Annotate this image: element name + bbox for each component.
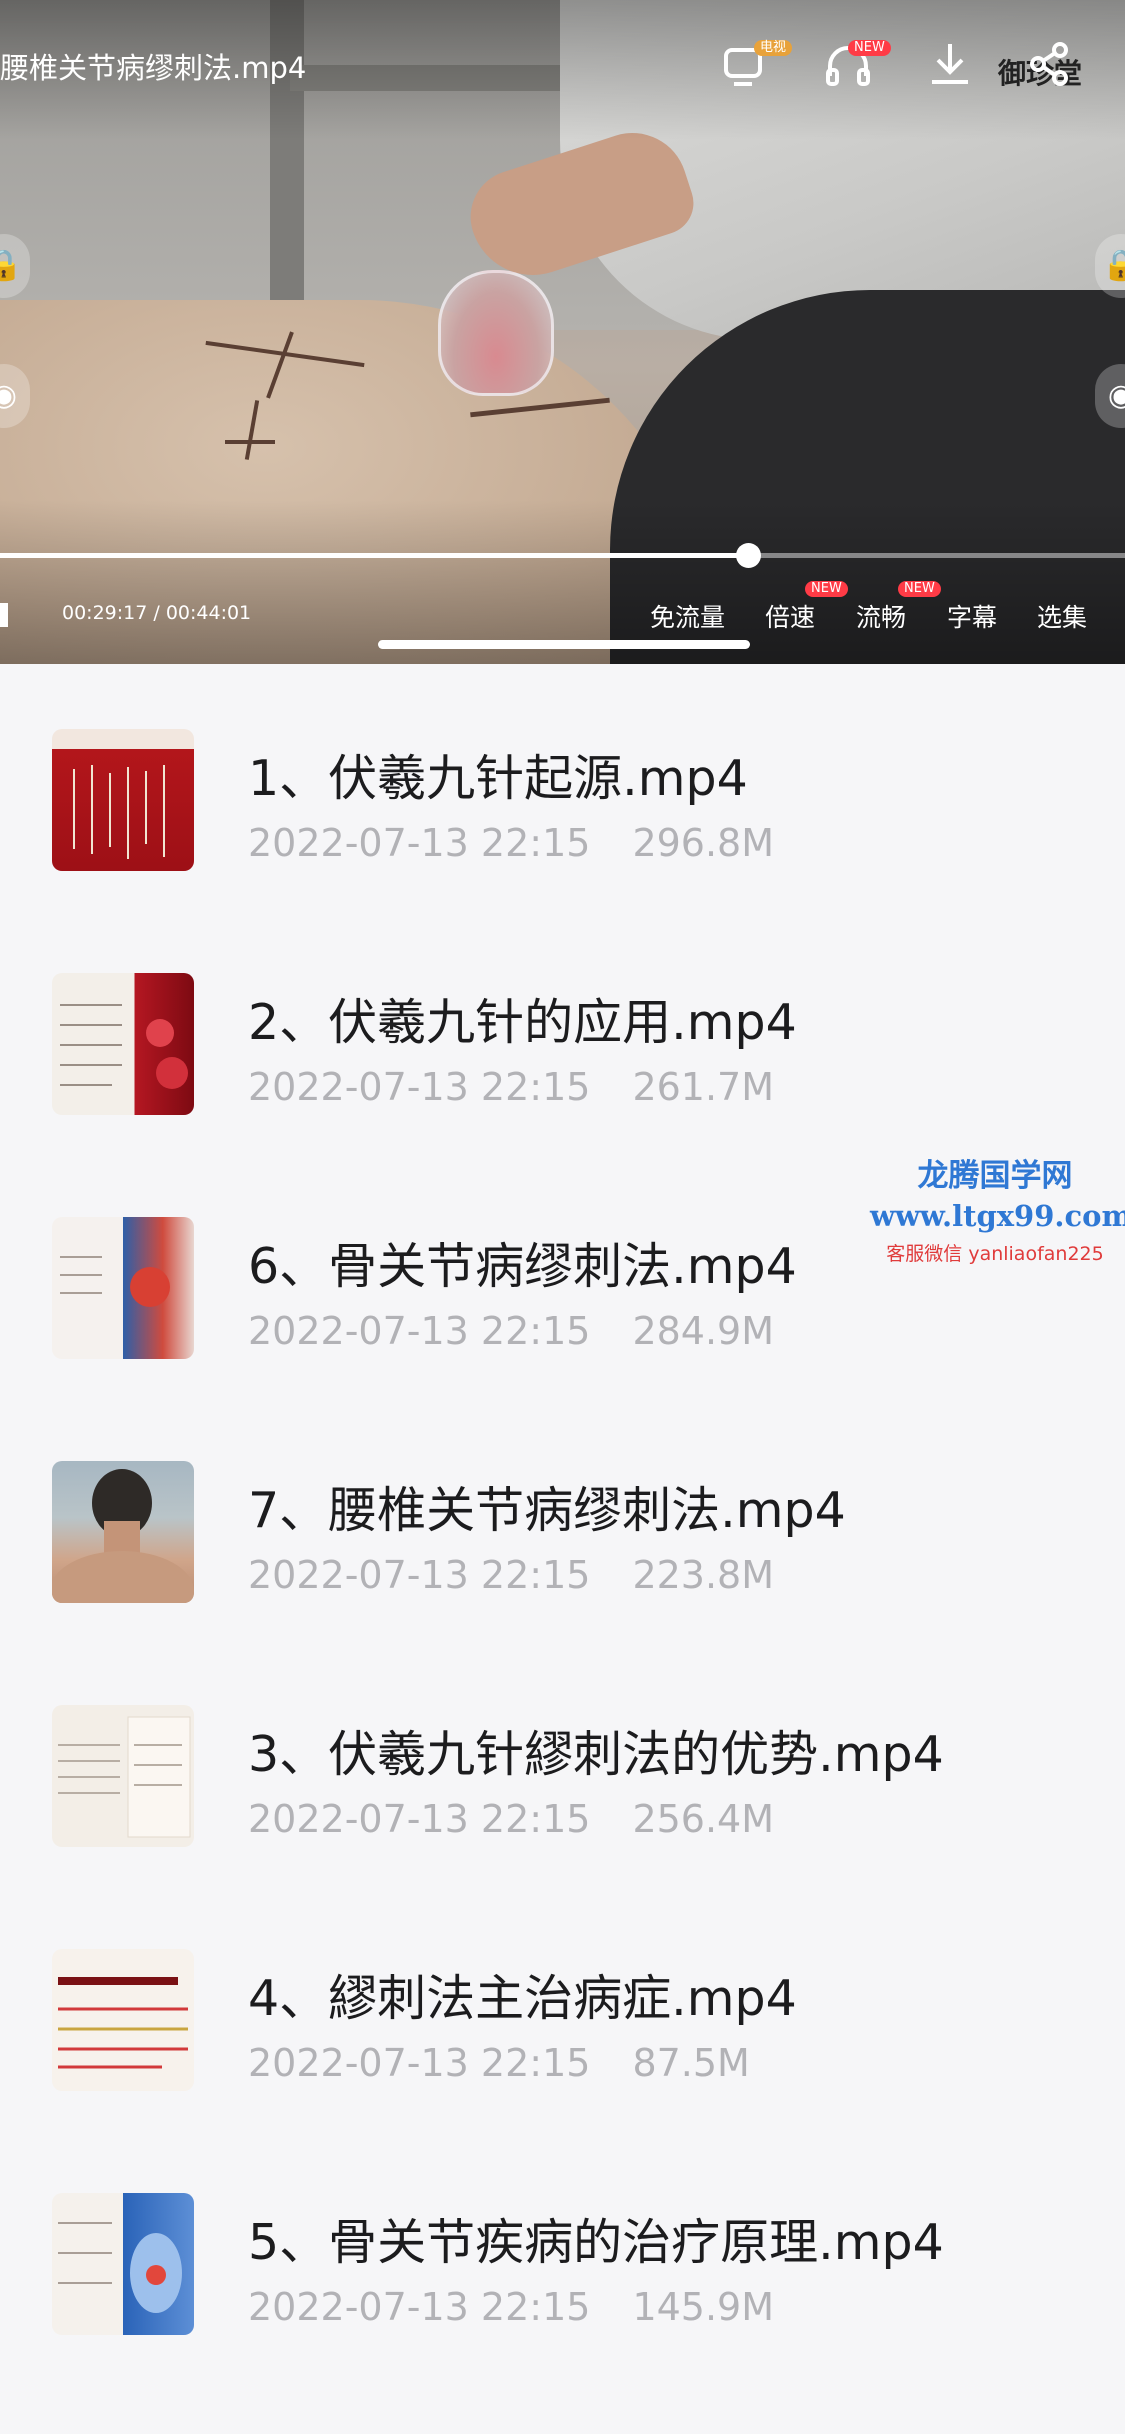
file-date: 2022-07-13 22:15 (248, 2285, 591, 2329)
file-meta: 2022-07-13 22:15 145.9M (248, 2285, 816, 2329)
watermark-url: www.ltgx99.com (870, 1199, 1125, 1233)
blood-cells-image (60, 1004, 188, 1089)
progress-handle[interactable] (736, 543, 762, 568)
red-text-slide-image (58, 1977, 188, 2069)
file-name: 4、繆刺法主治病症.mp4 (248, 1970, 797, 2027)
list-item[interactable]: 5、骨关节疾病的治疗原理.mp4 2022-07-13 22:15 145.9M (0, 2128, 1125, 2372)
file-name: 6、骨关节病缪刺法.mp4 (248, 1238, 797, 1295)
file-size: 145.9M (632, 2285, 775, 2329)
tv-badge: 电视 (754, 40, 793, 56)
file-date: 2022-07-13 22:15 (248, 1309, 591, 1353)
file-name: 5、骨关节疾病的治疗原理.mp4 (248, 2214, 944, 2271)
playback-time: 00:29:17 / 00:44:01 (62, 602, 252, 624)
record-icon: ◉ (1107, 378, 1125, 413)
new-badge: NEW (898, 581, 941, 597)
site-watermark: 龙腾国学网 www.ltgx99.com 客服微信 yanliaofan225 (870, 1150, 1125, 1266)
file-date: 2022-07-13 22:15 (248, 821, 591, 865)
video-thumbnail (52, 1705, 194, 1847)
lock-icon: 🔒 (1102, 248, 1125, 283)
list-item[interactable]: 4、繆刺法主治病症.mp4 2022-07-13 22:15 87.5M (0, 1884, 1125, 2128)
file-size: 87.5M (632, 2041, 750, 2085)
audio-mode-button[interactable]: NEW (820, 36, 891, 96)
video-thumbnail (52, 1217, 194, 1359)
video-thumbnail (52, 2193, 194, 2335)
skin-marking (225, 440, 275, 444)
file-date: 2022-07-13 22:15 (248, 2041, 591, 2085)
progress-bar[interactable] (0, 543, 1125, 568)
list-item[interactable]: 1、伏羲九针起源.mp4 2022-07-13 22:15 296.8M (0, 664, 1125, 908)
file-meta: 2022-07-13 22:15 261.7M (248, 1065, 816, 1109)
video-thumbnail (52, 729, 194, 871)
pause-icon[interactable] (0, 603, 8, 627)
quality-button[interactable]: 流畅 NEW (856, 581, 941, 634)
file-meta: 2022-07-13 22:15 87.5M (248, 2041, 792, 2085)
tv-cast-button[interactable]: 电视 (718, 36, 793, 96)
episode-select-button[interactable]: 选集 (1037, 598, 1087, 634)
speed-label: 倍速 (765, 603, 816, 632)
back-anatomy-image (58, 2222, 182, 2313)
file-name: 7、腰椎关节病缪刺法.mp4 (248, 1482, 846, 1539)
episode-select-label: 选集 (1037, 603, 1088, 632)
watermark-contact: 客服微信 yanliaofan225 (886, 1243, 1104, 1265)
file-meta: 2022-07-13 22:15 284.9M (248, 1309, 816, 1353)
speed-button[interactable]: 倍速 NEW (765, 581, 848, 634)
file-meta: 2022-07-13 22:15 296.8M (248, 821, 816, 865)
text-slide-image (58, 1716, 191, 1838)
video-thumbnail (52, 1949, 194, 2091)
shoulder-image (60, 1256, 170, 1307)
file-size: 256.4M (632, 1797, 775, 1841)
new-badge: NEW (805, 581, 848, 597)
file-meta: 2022-07-13 22:15 223.8M (248, 1553, 816, 1597)
list-item[interactable]: 7、腰椎关节病缪刺法.mp4 2022-07-13 22:15 223.8M (0, 1396, 1125, 1640)
quality-label: 流畅 (856, 603, 907, 632)
video-player[interactable]: 腰椎关节病缪刺法.mp4 电视 NEW 御珍堂 🔒 ◉ 🔒 ◉ 00:29:17… (0, 0, 1125, 664)
free-data-label: 免流量 (650, 603, 726, 632)
file-date: 2022-07-13 22:15 (248, 1065, 591, 1109)
list-item[interactable]: 2、伏羲九针的应用.mp4 2022-07-13 22:15 261.7M (0, 908, 1125, 1152)
record-icon: ◉ (0, 378, 18, 413)
subtitle-button[interactable]: 字幕 (947, 598, 997, 634)
file-date: 2022-07-13 22:15 (248, 1553, 591, 1597)
share-button[interactable] (1022, 36, 1082, 96)
video-frame-cupping-glass (438, 270, 554, 396)
file-size: 296.8M (632, 821, 775, 865)
list-item[interactable]: 3、伏羲九针繆刺法的优势.mp4 2022-07-13 22:15 256.4M (0, 1640, 1125, 1884)
neck-photo-image (52, 1469, 194, 1603)
new-badge: NEW (848, 40, 891, 56)
progress-fill (0, 553, 749, 558)
video-thumbnail (52, 1461, 194, 1603)
lock-icon: 🔒 (0, 248, 23, 283)
file-size: 223.8M (632, 1553, 775, 1597)
video-title: 腰椎关节病缪刺法.mp4 (0, 51, 307, 85)
video-thumbnail (52, 973, 194, 1115)
file-name: 1、伏羲九针起源.mp4 (248, 750, 748, 807)
home-indicator (378, 640, 750, 649)
share-icon (1030, 42, 1068, 86)
file-size: 261.7M (632, 1065, 775, 1109)
file-name: 2、伏羲九针的应用.mp4 (248, 994, 797, 1051)
file-name: 3、伏羲九针繆刺法的优势.mp4 (248, 1726, 944, 1783)
watermark-title: 龙腾国学网 (917, 1158, 1073, 1194)
file-date: 2022-07-13 22:15 (248, 1797, 591, 1841)
download-icon (932, 44, 968, 84)
file-meta: 2022-07-13 22:15 256.4M (248, 1797, 816, 1841)
needles-image (73, 765, 165, 859)
file-size: 284.9M (632, 1309, 775, 1353)
subtitle-label: 字幕 (947, 603, 998, 632)
download-button[interactable] (922, 36, 982, 96)
free-data-button[interactable]: 免流量 (650, 598, 725, 634)
